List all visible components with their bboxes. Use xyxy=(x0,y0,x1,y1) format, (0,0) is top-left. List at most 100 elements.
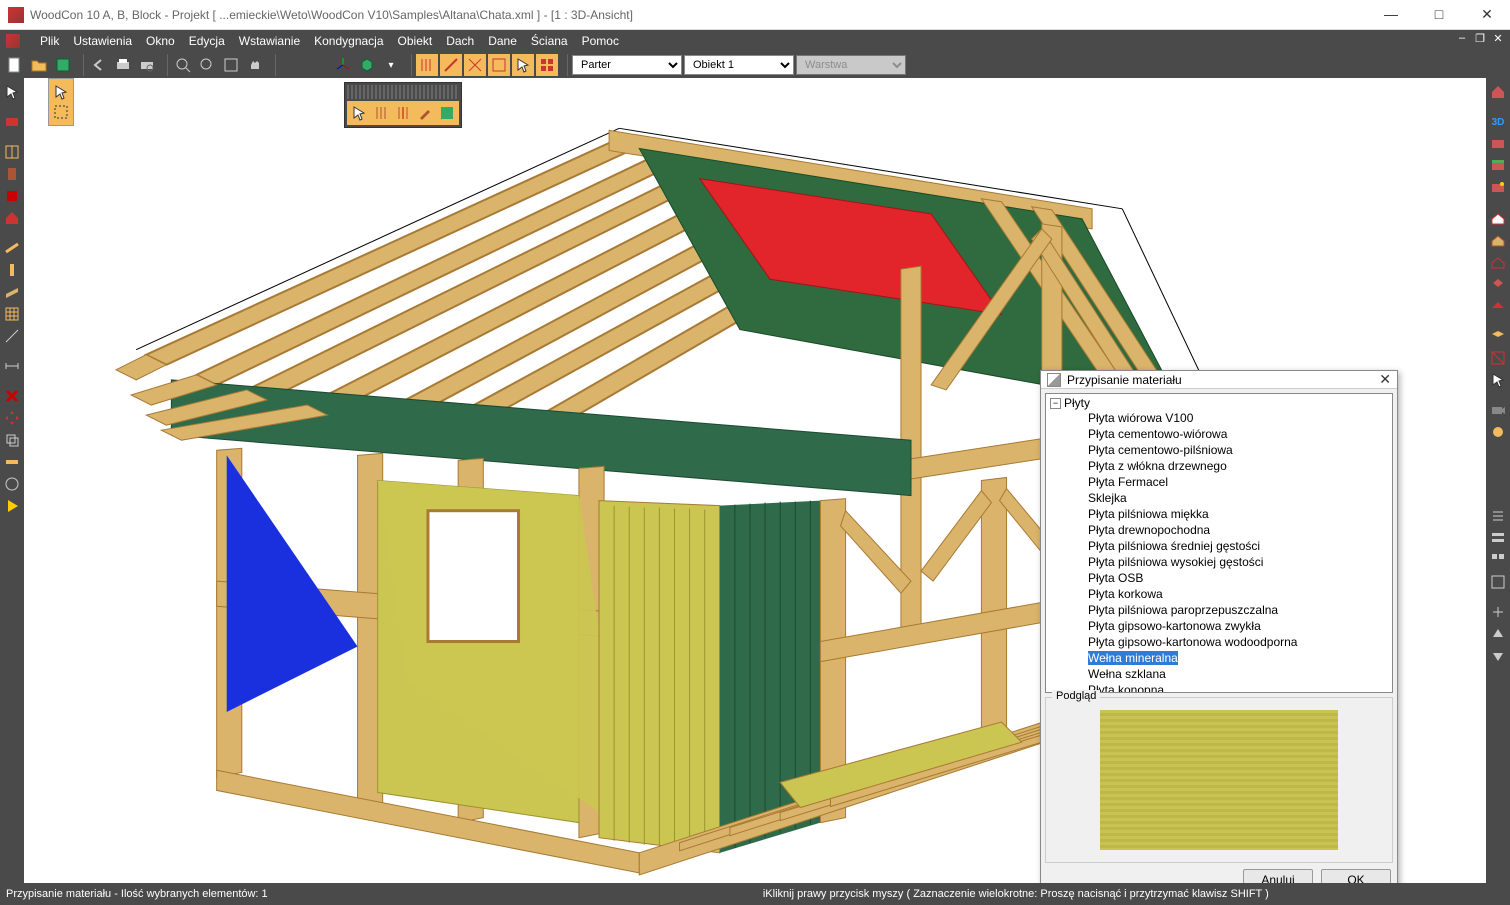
beam-tool[interactable] xyxy=(2,238,22,258)
plate-tool[interactable] xyxy=(2,282,22,302)
rtb-3d[interactable]: 3D xyxy=(1488,112,1508,132)
float-check[interactable] xyxy=(437,103,457,123)
tree-item[interactable]: Płyta pilśniowa wysokiej gęstości xyxy=(1046,554,1392,570)
rtb-list2[interactable] xyxy=(1488,528,1508,548)
rtb-view2[interactable] xyxy=(1488,156,1508,176)
menu-okno[interactable]: Okno xyxy=(146,34,175,48)
rtb-house[interactable] xyxy=(1488,82,1508,102)
menu-obiekt[interactable]: Obiekt xyxy=(398,34,433,48)
wall-tool[interactable] xyxy=(2,112,22,132)
zoom-in-button[interactable] xyxy=(172,54,194,76)
rtb-view1[interactable] xyxy=(1488,134,1508,154)
copy-tool[interactable] xyxy=(2,430,22,450)
minimize-button[interactable]: — xyxy=(1376,6,1406,23)
grid-tool[interactable] xyxy=(2,304,22,324)
delete-tool[interactable] xyxy=(2,386,22,406)
tree-item[interactable]: Płyta gipsowo-kartonowa wodoodporna xyxy=(1046,634,1392,650)
close-button[interactable]: ✕ xyxy=(1472,6,1502,23)
mode-4-button[interactable] xyxy=(488,54,510,76)
toolbar-grip[interactable] xyxy=(347,85,459,99)
dialog-titlebar[interactable]: Przypisanie materiału ✕ xyxy=(1041,371,1397,389)
menu-sciana[interactable]: Ściana xyxy=(531,34,568,48)
float-bars2[interactable] xyxy=(393,103,413,123)
rtb-house-iso[interactable] xyxy=(1488,274,1508,294)
rtb-list1[interactable] xyxy=(1488,506,1508,526)
mdi-close[interactable]: ✕ xyxy=(1490,32,1506,48)
tree-item[interactable]: Płyta drewnopochodna xyxy=(1046,522,1392,538)
play-tool[interactable] xyxy=(2,496,22,516)
menu-ustawienia[interactable]: Ustawienia xyxy=(73,34,132,48)
mode-2-button[interactable] xyxy=(440,54,462,76)
rtb-layer[interactable] xyxy=(1488,326,1508,346)
open-file-button[interactable] xyxy=(28,54,50,76)
menu-dane[interactable]: Dane xyxy=(488,34,517,48)
3d-viewport[interactable]: Przypisanie materiału ✕ − Płyty Płyta wi… xyxy=(24,78,1486,883)
tree-item[interactable]: Płyta gipsowo-kartonowa zwykła xyxy=(1046,618,1392,634)
tree-item[interactable]: Płyta pilśniowa paroprzepuszczalna xyxy=(1046,602,1392,618)
measure-tool[interactable] xyxy=(2,452,22,472)
menu-dach[interactable]: Dach xyxy=(446,34,474,48)
floating-toolbar[interactable] xyxy=(344,82,462,128)
window-tool[interactable] xyxy=(2,142,22,162)
menu-edycja[interactable]: Edycja xyxy=(189,34,225,48)
rtb-section[interactable] xyxy=(1488,348,1508,368)
tree-item[interactable]: Sklejka xyxy=(1046,490,1392,506)
select-tool[interactable] xyxy=(2,82,22,102)
mode-1-button[interactable] xyxy=(416,54,438,76)
mode-6-button[interactable] xyxy=(536,54,558,76)
material-tree[interactable]: − Płyty Płyta wiórowa V100 Płyta cemento… xyxy=(1045,393,1393,693)
tree-item[interactable]: Płyta wiórowa V100 xyxy=(1046,410,1392,426)
tree-item[interactable]: Płyta cementowo-pilśniowa xyxy=(1046,442,1392,458)
mdi-restore[interactable]: ❐ xyxy=(1472,32,1488,48)
house-tool[interactable] xyxy=(2,208,22,228)
info-tool[interactable] xyxy=(2,474,22,494)
tree-item[interactable]: Wełna szklana xyxy=(1046,666,1392,682)
menu-plik[interactable]: Plik xyxy=(40,34,59,48)
float-bars1[interactable] xyxy=(371,103,391,123)
pan-button[interactable] xyxy=(244,54,266,76)
menu-wstawianie[interactable]: Wstawianie xyxy=(239,34,300,48)
tree-item[interactable]: Płyta Fermacel xyxy=(1046,474,1392,490)
rtb-cam[interactable] xyxy=(1488,400,1508,420)
tree-item[interactable]: Płyta pilśniowa miękka xyxy=(1046,506,1392,522)
zoom-out-button[interactable] xyxy=(196,54,218,76)
tree-item[interactable]: Płyta OSB xyxy=(1046,570,1392,586)
tree-item[interactable]: Płyta korkowa xyxy=(1046,586,1392,602)
rtb-house-red[interactable] xyxy=(1488,208,1508,228)
rtb-down[interactable] xyxy=(1488,646,1508,666)
rtb-view3[interactable] xyxy=(1488,178,1508,198)
ok-button[interactable]: OK xyxy=(1321,869,1391,883)
menu-kondygnacja[interactable]: Kondygnacja xyxy=(314,34,383,48)
move-tool[interactable] xyxy=(2,408,22,428)
tree-item[interactable]: Płyta pilśniowa średniej gęstości xyxy=(1046,538,1392,554)
new-file-button[interactable] xyxy=(4,54,26,76)
dropdown-button[interactable]: ▾ xyxy=(380,54,402,76)
maximize-button[interactable]: □ xyxy=(1424,6,1454,23)
dim-tool[interactable] xyxy=(2,356,22,376)
float-cursor[interactable] xyxy=(349,103,369,123)
rtb-list3[interactable] xyxy=(1488,550,1508,570)
rtb-roof[interactable] xyxy=(1488,296,1508,316)
tree-item[interactable]: Płyta cementowo-wiórowa xyxy=(1046,426,1392,442)
mode-5-button[interactable] xyxy=(512,54,534,76)
red-tool[interactable] xyxy=(2,186,22,206)
print-preview-button[interactable] xyxy=(136,54,158,76)
door-tool[interactable] xyxy=(2,164,22,184)
object-combo[interactable]: Obiekt 1 xyxy=(684,55,794,75)
line-tool[interactable] xyxy=(2,326,22,346)
menu-pomoc[interactable]: Pomoc xyxy=(582,34,619,48)
float-brush[interactable] xyxy=(415,103,435,123)
cancel-button[interactable]: Anuluj xyxy=(1243,869,1313,883)
rtb-up[interactable] xyxy=(1488,624,1508,644)
zoom-fit-button[interactable] xyxy=(220,54,242,76)
rtb-render[interactable] xyxy=(1488,422,1508,442)
tree-item-selected[interactable]: Wełna mineralna xyxy=(1046,650,1392,666)
dialog-close-button[interactable]: ✕ xyxy=(1379,371,1391,388)
rtb-plus[interactable] xyxy=(1488,602,1508,622)
mode-3-button[interactable] xyxy=(464,54,486,76)
undo-button[interactable] xyxy=(88,54,110,76)
rtb-list4[interactable] xyxy=(1488,572,1508,592)
sec-select-rect[interactable] xyxy=(51,103,71,121)
mdi-minimize[interactable]: – xyxy=(1454,32,1470,48)
tree-expander-icon[interactable]: − xyxy=(1050,398,1061,409)
